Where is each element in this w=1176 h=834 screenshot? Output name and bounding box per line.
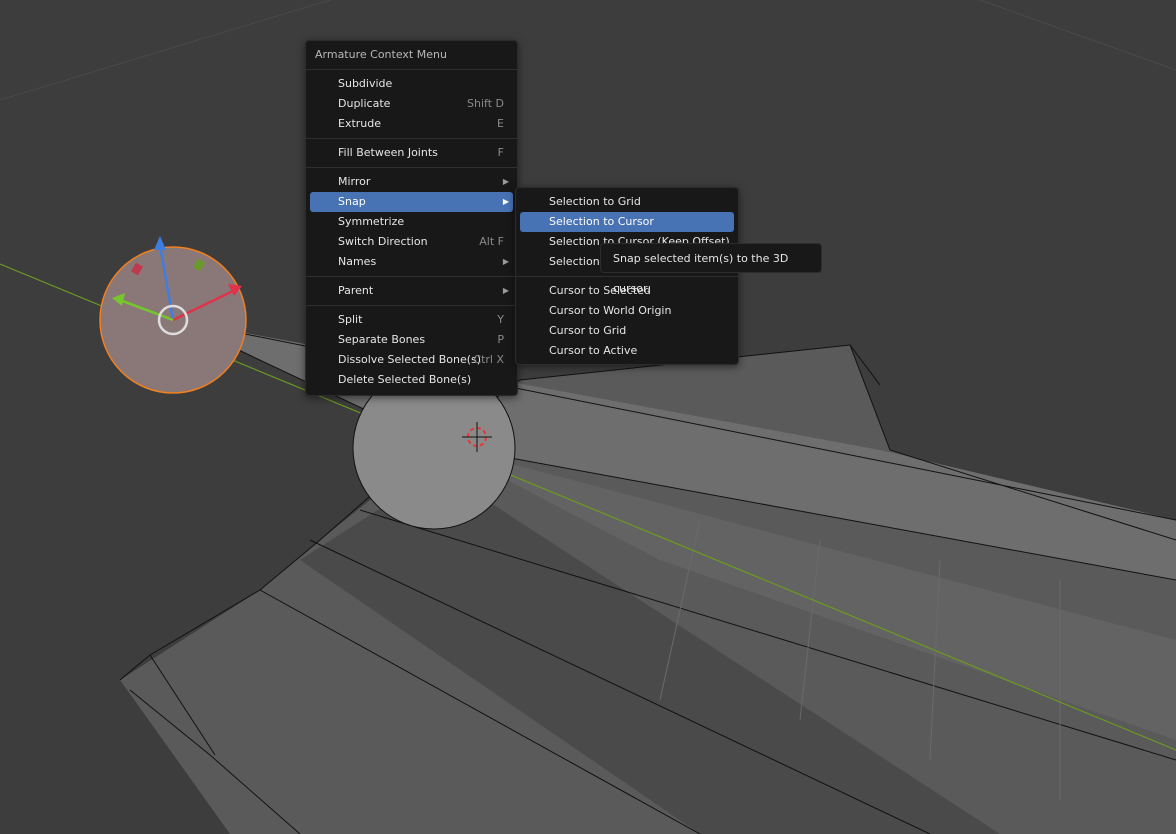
shortcut: Ctrl X <box>473 353 504 366</box>
menu-item-delete-selected-bones[interactable]: Delete Selected Bone(s) <box>310 370 513 390</box>
separator <box>306 167 517 168</box>
shortcut: Shift D <box>467 97 504 110</box>
label: Symmetrize <box>338 215 405 228</box>
label: Delete Selected Bone(s) <box>338 373 472 386</box>
grid-lines <box>0 0 1176 101</box>
submenu-arrow-icon: ▶ <box>502 257 509 266</box>
menu-item-parent[interactable]: Parent ▶ <box>310 281 513 301</box>
label: Split <box>338 313 363 326</box>
menu-item-cursor-to-active[interactable]: Cursor to Active <box>520 341 734 361</box>
menu-item-subdivide[interactable]: Subdivide <box>310 74 513 94</box>
armature-context-menu: Armature Context Menu Subdivide Duplicat… <box>305 40 518 396</box>
label: Duplicate <box>338 97 391 110</box>
label: Dissolve Selected Bone(s) <box>338 353 482 366</box>
shortcut: P <box>497 333 504 346</box>
submenu-arrow-icon: ▶ <box>502 286 509 295</box>
label: Parent <box>338 284 374 297</box>
label: Fill Between Joints <box>338 146 438 159</box>
menu-item-fill-between-joints[interactable]: Fill Between Joints F <box>310 143 513 163</box>
submenu-arrow-icon: ▶ <box>502 177 509 186</box>
label: Extrude <box>338 117 382 130</box>
menu-title: Armature Context Menu <box>306 41 517 70</box>
menu-item-switch-direction[interactable]: Switch Direction Alt F <box>310 232 513 252</box>
menu-item-symmetrize[interactable]: Symmetrize <box>310 212 513 232</box>
separator <box>306 138 517 139</box>
label: Mirror <box>338 175 371 188</box>
tooltip: Snap selected item(s) to the 3D cursor. <box>600 243 822 295</box>
menu-item-separate-bones[interactable]: Separate Bones P <box>310 330 513 350</box>
mesh-wireframe <box>119 319 1176 834</box>
shortcut: Y <box>497 313 504 326</box>
label: Names <box>338 255 377 268</box>
menu-item-selection-to-grid[interactable]: Selection to Grid <box>520 192 734 212</box>
menu-item-snap[interactable]: Snap ▶ <box>310 192 513 212</box>
menu-item-duplicate[interactable]: Duplicate Shift D <box>310 94 513 114</box>
label: Switch Direction <box>338 235 428 248</box>
menu-item-selection-to-cursor[interactable]: Selection to Cursor <box>520 212 734 232</box>
label: Separate Bones <box>338 333 426 346</box>
3d-viewport[interactable] <box>0 0 1176 834</box>
shortcut: E <box>497 117 504 130</box>
submenu-arrow-icon: ▶ <box>502 197 509 206</box>
shortcut: Alt F <box>479 235 504 248</box>
menu-item-cursor-to-grid[interactable]: Cursor to Grid <box>520 321 734 341</box>
separator <box>306 305 517 306</box>
label: Snap <box>338 195 366 208</box>
menu-item-cursor-to-world-origin[interactable]: Cursor to World Origin <box>520 301 734 321</box>
menu-item-names[interactable]: Names ▶ <box>310 252 513 272</box>
shortcut: F <box>497 146 504 159</box>
separator <box>306 276 517 277</box>
menu-item-mirror[interactable]: Mirror ▶ <box>310 172 513 192</box>
menu-item-split[interactable]: Split Y <box>310 310 513 330</box>
menu-item-extrude[interactable]: Extrude E <box>310 114 513 134</box>
menu-item-dissolve-selected-bones[interactable]: Dissolve Selected Bone(s) Ctrl X <box>310 350 513 370</box>
label: Subdivide <box>338 77 393 90</box>
